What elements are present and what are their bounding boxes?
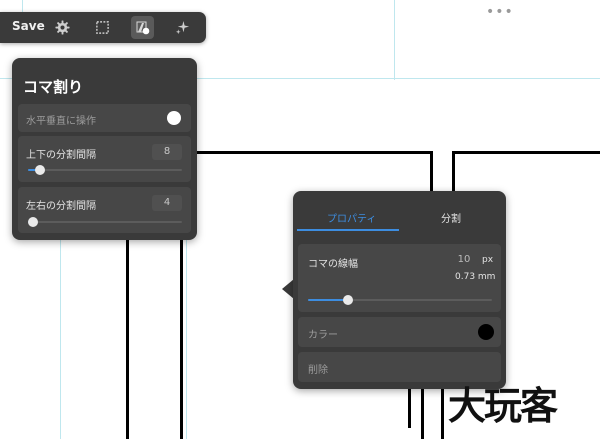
panel-title: コマ割り bbox=[23, 78, 84, 96]
line-width-label: コマの線幅 bbox=[308, 259, 358, 270]
selection-icon[interactable] bbox=[91, 16, 114, 39]
top-toolbar: Save bbox=[0, 12, 206, 43]
horizontal-spacing-row: 左右の分割間隔 4 bbox=[18, 187, 191, 233]
split-panel: コマ割り 水平垂直に操作 上下の分割間隔 8 左右の分割間隔 4 bbox=[12, 58, 197, 240]
sparkle-icon[interactable] bbox=[171, 16, 194, 39]
guide-line bbox=[22, 0, 23, 12]
gear-icon[interactable] bbox=[51, 16, 74, 39]
panel-border[interactable] bbox=[408, 388, 411, 428]
tab-properties[interactable]: プロパティ bbox=[327, 210, 376, 225]
vertical-spacing-label: 上下の分割間隔 bbox=[26, 150, 96, 161]
horizontal-spacing-slider[interactable] bbox=[27, 217, 182, 227]
slider-knob[interactable] bbox=[27, 217, 38, 227]
panel-border[interactable] bbox=[454, 151, 600, 154]
line-width-unit: px bbox=[482, 255, 494, 265]
watermark-text: 大玩客 bbox=[448, 384, 558, 428]
orthogonal-toggle[interactable] bbox=[167, 111, 181, 125]
line-width-input[interactable]: 10 bbox=[450, 252, 478, 268]
panel-border[interactable] bbox=[421, 388, 424, 439]
color-row[interactable]: カラー bbox=[298, 317, 501, 347]
delete-button[interactable]: 削除 bbox=[308, 361, 328, 376]
color-swatch[interactable] bbox=[478, 324, 494, 340]
slider-fill bbox=[308, 299, 349, 301]
horizontal-spacing-label: 左右の分割間隔 bbox=[26, 201, 96, 212]
toggle-label: 水平垂直に操作 bbox=[26, 116, 96, 127]
guide-line bbox=[60, 240, 61, 439]
panel-border[interactable] bbox=[126, 240, 129, 439]
orthogonal-toggle-row[interactable]: 水平垂直に操作 bbox=[18, 104, 191, 132]
panel-tool-icon[interactable] bbox=[131, 16, 154, 39]
vertical-spacing-input[interactable]: 8 bbox=[152, 144, 182, 160]
panel-border[interactable] bbox=[430, 151, 433, 193]
line-width-row: コマの線幅 10 px 0.73 mm bbox=[298, 244, 501, 312]
color-label: カラー bbox=[308, 330, 338, 341]
more-icon[interactable]: ••• bbox=[486, 4, 514, 20]
slider-knob[interactable] bbox=[343, 295, 354, 305]
panel-border[interactable] bbox=[452, 151, 455, 193]
horizontal-spacing-input[interactable]: 4 bbox=[152, 195, 182, 211]
active-tab-indicator bbox=[297, 229, 399, 231]
slider-knob[interactable] bbox=[35, 165, 46, 175]
tab-split[interactable]: 分割 bbox=[441, 210, 461, 225]
properties-panel: プロパティ 分割 コマの線幅 10 px 0.73 mm カラー 削除 bbox=[293, 191, 506, 389]
save-button[interactable]: Save bbox=[12, 19, 45, 33]
vertical-spacing-slider[interactable] bbox=[28, 165, 182, 175]
vertical-spacing-row: 上下の分割間隔 8 bbox=[18, 136, 191, 182]
panel-border[interactable] bbox=[180, 240, 183, 439]
panel-border[interactable] bbox=[192, 151, 432, 154]
panel-border[interactable] bbox=[441, 388, 444, 439]
line-width-slider[interactable] bbox=[308, 295, 492, 305]
line-width-mm: 0.73 mm bbox=[455, 272, 496, 282]
guide-line bbox=[186, 240, 187, 439]
guide-line bbox=[394, 0, 395, 80]
